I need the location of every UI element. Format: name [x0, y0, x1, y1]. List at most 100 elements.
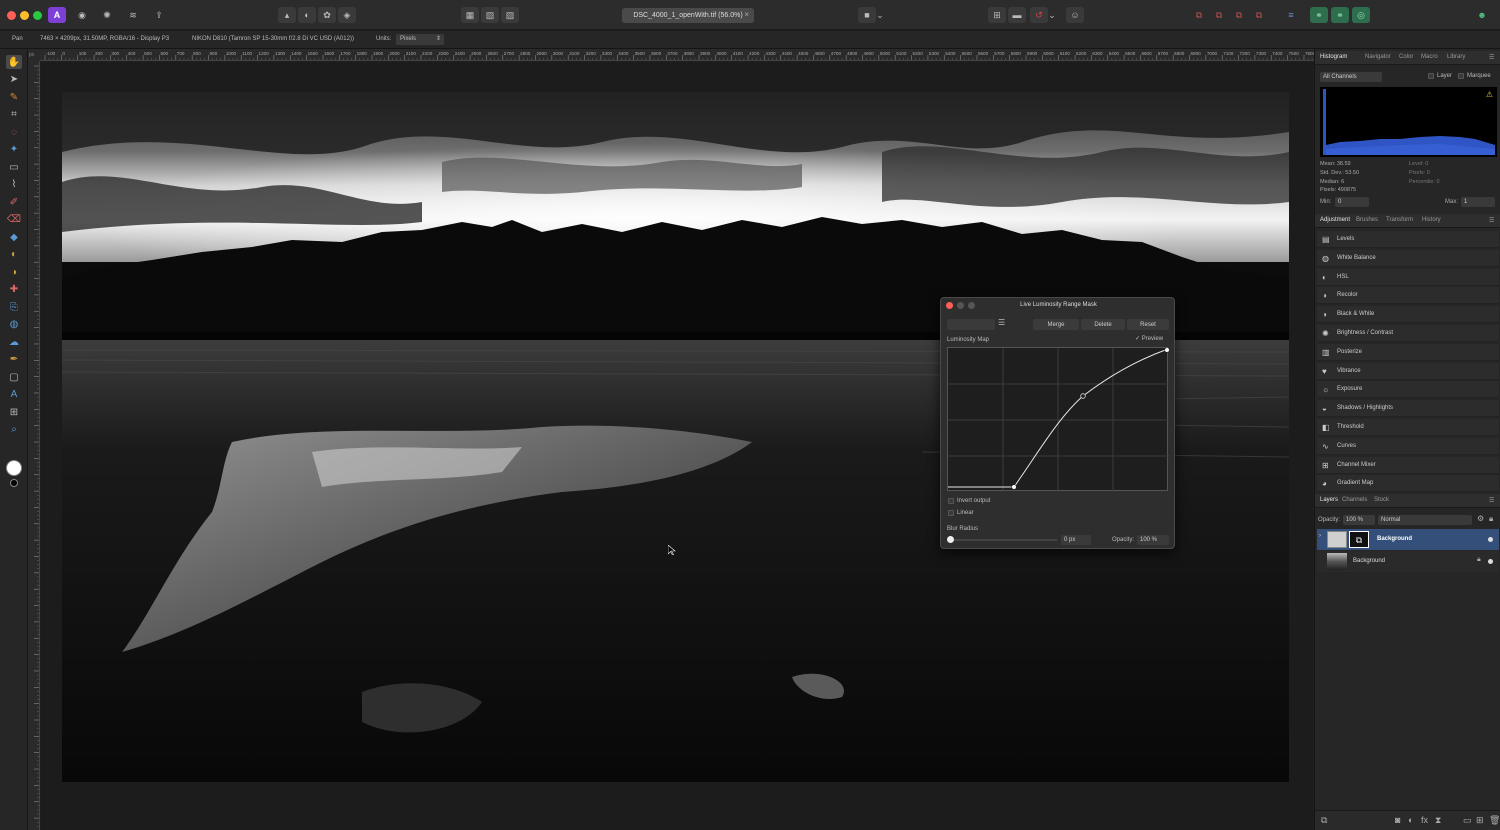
develop-persona-icon[interactable]: ✺: [98, 7, 116, 23]
export-persona-icon[interactable]: ⇪: [150, 7, 168, 23]
adjustment-item-shadows-highlights[interactable]: ◒ Shadows / Highlights: [1317, 400, 1499, 418]
ruler-origin[interactable]: px: [28, 49, 40, 61]
panel-menu-icon[interactable]: ☰: [1489, 497, 1494, 504]
horizontal-ruler[interactable]: -100 0 100 200 300 400 500 600 700 800 900 1000 1100…: [40, 49, 1314, 61]
luminosity-curve-editor[interactable]: [947, 347, 1170, 492]
adjustment-item-white-balance[interactable]: ◍ White Balance: [1317, 249, 1499, 267]
foreground-color-swatch[interactable]: [6, 460, 22, 476]
document-tab[interactable]: DSC_4000_1_openWith.tif (56.0%) ×: [622, 8, 754, 23]
text-tool-icon[interactable]: A: [6, 388, 22, 402]
delete-button[interactable]: Delete: [1081, 319, 1125, 330]
assistant-icon[interactable]: ▬: [1008, 7, 1026, 23]
min-input[interactable]: 0: [1335, 197, 1369, 207]
adjustment-item-vibrance[interactable]: ♥ Vibrance: [1317, 362, 1499, 380]
quick-mask-icon[interactable]: ■: [858, 7, 876, 23]
studio-link-icon[interactable]: ⚭: [1310, 7, 1328, 23]
chevron-down-icon[interactable]: ⌄: [1047, 7, 1057, 23]
hand-tool-icon[interactable]: ✋: [6, 55, 22, 69]
layer-opacity-input[interactable]: 100 %: [1343, 515, 1375, 525]
fx-icon[interactable]: fx: [1421, 815, 1428, 825]
window-close-button[interactable]: [7, 11, 16, 20]
adjustment-item-threshold[interactable]: ◧ Threshold: [1317, 419, 1499, 436]
erase-brush-tool-icon[interactable]: ⌫: [6, 213, 22, 227]
panel-menu-icon[interactable]: ☰: [1489, 54, 1494, 61]
arrange-backward-icon[interactable]: ⧉: [1210, 7, 1228, 23]
tab-transform[interactable]: Transform: [1386, 217, 1413, 223]
delete-layer-icon[interactable]: 🗑︎: [1489, 815, 1500, 826]
selection-mode-icon[interactable]: ▦: [461, 7, 479, 23]
window-minimize-button[interactable]: [20, 11, 29, 20]
selection-brush-tool-icon[interactable]: ◌: [6, 125, 22, 139]
dodge-tool-icon[interactable]: ◐: [6, 248, 22, 262]
tone-mapping-persona-icon[interactable]: ≋: [124, 7, 142, 23]
vertical-ruler[interactable]: [28, 61, 40, 830]
new-group-icon[interactable]: ▭: [1463, 815, 1472, 826]
background-color-swatch[interactable]: [10, 479, 18, 487]
selection-subtract-icon[interactable]: ▨: [501, 7, 519, 23]
tab-macro[interactable]: Macro: [1421, 54, 1438, 60]
app-logo-icon[interactable]: A: [48, 7, 66, 23]
adjustment-item-recolor[interactable]: ◑ Recolor: [1317, 287, 1499, 305]
lock-icon[interactable]: 🔒︎: [1489, 514, 1493, 524]
paint-brush-tool-icon[interactable]: ✐: [6, 195, 22, 209]
liquify-persona-icon[interactable]: ◉: [73, 7, 91, 23]
adjustment-layer-icon[interactable]: ◐: [1408, 815, 1413, 825]
gear-icon[interactable]: ⚙: [1477, 514, 1484, 523]
user-account-icon[interactable]: ☻: [1473, 7, 1491, 23]
undo-history-icon[interactable]: ↺: [1030, 7, 1048, 23]
mesh-warp-tool-icon[interactable]: ⊞: [6, 405, 22, 419]
window-zoom-button[interactable]: [33, 11, 42, 20]
marquee-checkbox[interactable]: [1458, 73, 1464, 79]
adjustment-item-black-white[interactable]: ◑ Black & White: [1317, 306, 1499, 324]
tab-brushes[interactable]: Brushes: [1356, 217, 1378, 223]
adjustment-item-curves[interactable]: ∿ Curves: [1317, 437, 1499, 455]
opacity-input[interactable]: 100 %: [1137, 535, 1169, 545]
adjustment-item-levels[interactable]: ▤ Levels: [1317, 231, 1499, 248]
close-tab-icon[interactable]: ×: [744, 10, 749, 19]
tab-library[interactable]: Library: [1447, 54, 1465, 60]
share-icon[interactable]: ⚭: [1331, 7, 1349, 23]
lock-icon[interactable]: 🔒︎: [1477, 556, 1481, 564]
align-icon[interactable]: ≡: [1282, 7, 1300, 23]
healing-brush-tool-icon[interactable]: ✚: [6, 283, 22, 297]
layer-visibility-toggle[interactable]: [1488, 537, 1493, 542]
tab-stock[interactable]: Stock: [1374, 497, 1389, 503]
smudge-tool-icon[interactable]: ☁: [6, 335, 22, 349]
adjustment-item-hsl[interactable]: ◐ HSL: [1317, 268, 1499, 286]
preset-select[interactable]: [947, 319, 995, 330]
marquee-tool-icon[interactable]: ▭: [6, 160, 22, 174]
layer-checkbox[interactable]: [1428, 73, 1434, 79]
layer-row-mask[interactable]: › ⧉ Background: [1317, 529, 1499, 550]
blur-brush-tool-icon[interactable]: ◍: [6, 318, 22, 332]
fill-tool-icon[interactable]: ◆: [6, 230, 22, 244]
max-input[interactable]: 1: [1461, 197, 1495, 207]
layer-effects-icon[interactable]: ⧉: [1321, 815, 1327, 826]
zoom-tool-icon[interactable]: ⌕: [6, 423, 22, 437]
new-layer-icon[interactable]: ⊞: [1476, 815, 1484, 826]
chevron-down-icon[interactable]: ⌄: [875, 7, 885, 23]
tab-history[interactable]: History: [1422, 217, 1441, 223]
mask-layer-icon[interactable]: ◙: [1395, 815, 1400, 825]
burn-tool-icon[interactable]: ◑: [6, 265, 22, 279]
tab-navigator[interactable]: Navigator: [1365, 54, 1391, 60]
help-icon[interactable]: ◎: [1352, 7, 1370, 23]
tab-color[interactable]: Color: [1399, 54, 1413, 60]
color-picker-tool-icon[interactable]: ✎: [6, 90, 22, 104]
panel-menu-icon[interactable]: ☰: [1489, 217, 1494, 224]
live-filter-icon[interactable]: ⧗: [1435, 815, 1441, 826]
blur-radius-input[interactable]: 0 px: [1061, 535, 1091, 545]
auto-colors-icon[interactable]: ✿: [318, 7, 336, 23]
layer-row-background[interactable]: Background 🔒︎: [1317, 551, 1499, 572]
channel-select[interactable]: All Channels: [1320, 72, 1382, 82]
auto-white-balance-icon[interactable]: ◈: [338, 7, 356, 23]
units-select[interactable]: Pixels ⇕: [396, 34, 444, 45]
warning-icon[interactable]: ⚠: [1486, 90, 1493, 99]
comment-icon[interactable]: ☺: [1066, 7, 1084, 23]
tab-adjustment[interactable]: Adjustment: [1320, 217, 1350, 223]
linear-checkbox[interactable]: [948, 510, 954, 516]
arrange-forward-icon[interactable]: ⧉: [1230, 7, 1248, 23]
blur-radius-slider[interactable]: [947, 536, 1057, 543]
layer-visibility-toggle[interactable]: [1488, 559, 1493, 564]
clone-tool-icon[interactable]: ⎘: [6, 300, 22, 314]
flood-select-tool-icon[interactable]: ✦: [6, 143, 22, 157]
